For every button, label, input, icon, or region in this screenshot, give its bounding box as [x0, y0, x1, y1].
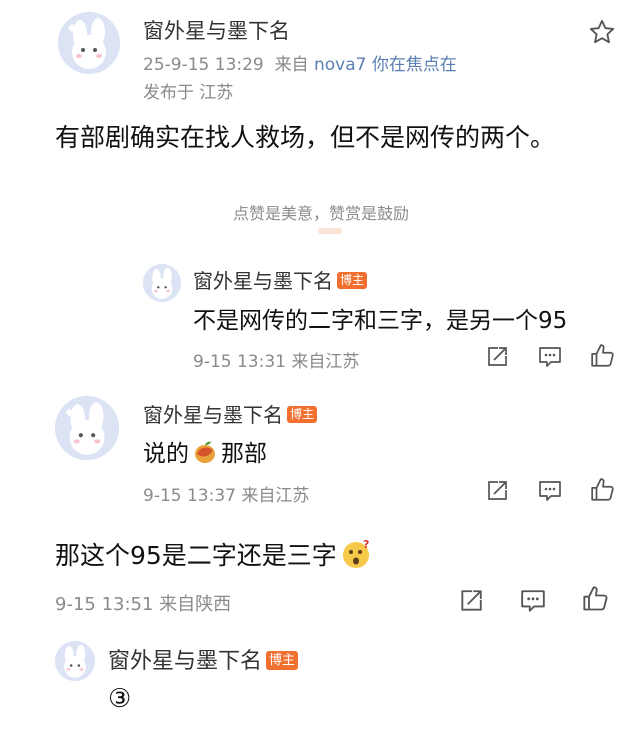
reply-author[interactable]: 窗外星与墨下名 博主: [108, 643, 299, 675]
author-name[interactable]: 窗外星与墨下名: [143, 403, 283, 427]
reply-meta: 9-15 13:31 来自江苏: [193, 352, 360, 372]
mango-emoji: [192, 439, 218, 465]
thinking-face-emoji: ?: [341, 538, 371, 569]
blogger-badge: 博主: [266, 650, 299, 670]
reply-text-main: 那这个95是二字还是三字: [55, 541, 337, 570]
comment-icon[interactable]: [538, 480, 562, 502]
avatar[interactable]: [143, 264, 181, 302]
author-name[interactable]: 窗外星与墨下名: [143, 15, 290, 45]
author-name[interactable]: 窗外星与墨下名: [193, 269, 333, 293]
post-location: 发布于 江苏: [143, 83, 234, 103]
reply-text: 说的 那部: [143, 434, 267, 468]
post-meta: 25-9-15 13:29 来自 nova7 你在焦点在: [143, 50, 457, 75]
repost-icon[interactable]: [458, 588, 484, 614]
reply-text-before: 说的: [143, 441, 189, 467]
appreciation-note: 点赞是美意，赞赏是鼓励: [232, 204, 409, 223]
post-text: 有部剧确实在找人救场，但不是网传的两个。: [55, 123, 556, 152]
reply-text: 那这个95是二字还是三字 ?: [55, 536, 371, 572]
author-name[interactable]: 窗外星与墨下名: [108, 649, 262, 674]
star-icon[interactable]: [588, 18, 616, 46]
repost-icon[interactable]: [485, 345, 509, 369]
reply-text: 不是网传的二字和三字，是另一个95: [193, 308, 568, 334]
reply-author[interactable]: 窗外星与墨下名 博主: [143, 399, 318, 428]
repost-icon[interactable]: [485, 479, 509, 503]
svg-text:?: ?: [363, 539, 369, 551]
avatar[interactable]: [55, 641, 95, 681]
reply-text: ③: [108, 684, 132, 714]
comment-icon[interactable]: [538, 346, 562, 368]
source-device-link[interactable]: nova7 你在焦点在: [314, 55, 457, 75]
thumbs-up-icon[interactable]: [590, 343, 616, 369]
source-prefix: 来自: [274, 55, 309, 75]
reply-meta: 9-15 13:37 来自江苏: [143, 486, 310, 506]
reply-author[interactable]: 窗外星与墨下名 博主: [193, 265, 368, 294]
thumbs-up-icon[interactable]: [582, 585, 610, 613]
comment-icon[interactable]: [520, 589, 546, 613]
blogger-badge: 博主: [287, 406, 318, 423]
avatar[interactable]: [58, 12, 120, 74]
reply-meta: 9-15 13:51 来自陕西: [55, 594, 232, 615]
blogger-badge: 博主: [337, 272, 368, 289]
appreciation-accent: [318, 228, 342, 234]
reply-text-after: 那部: [221, 441, 267, 467]
thumbs-up-icon[interactable]: [590, 477, 616, 503]
avatar[interactable]: [55, 396, 119, 460]
post-time: 25-9-15 13:29: [143, 55, 264, 75]
